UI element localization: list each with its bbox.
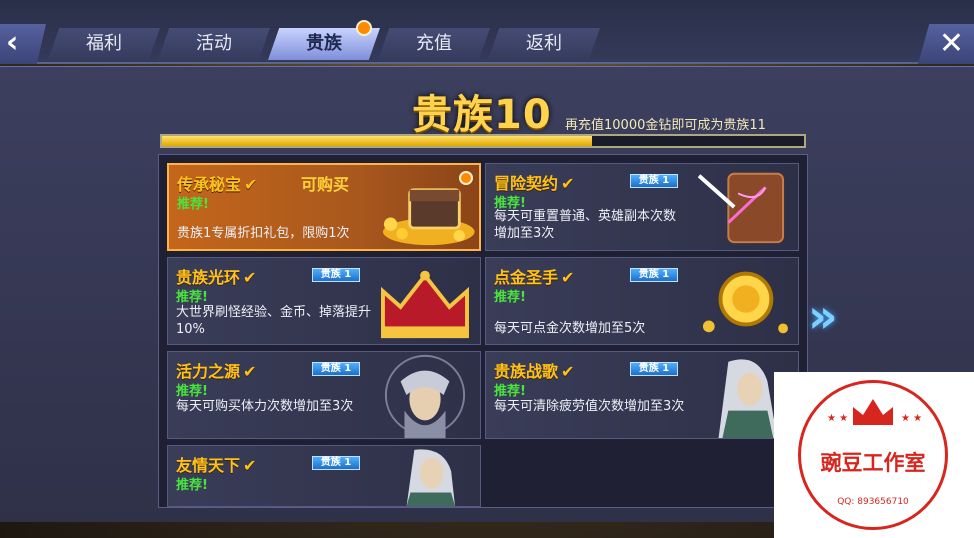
card-description: 每天可清除疲劳值次数增加至3次 — [494, 399, 685, 414]
progress-fill — [162, 136, 593, 146]
noble-level-badge: 贵族 1 — [312, 456, 360, 470]
close-button[interactable]: ✕ — [918, 24, 974, 64]
valkyrie-portrait-icon — [384, 354, 466, 438]
privilege-card-legacy-treasure[interactable]: 传承秘宝 ✔ 可购买 推荐! 贵族1专属折扣礼包，限购1次 — [167, 163, 481, 251]
notification-dot-icon — [459, 171, 473, 185]
watermark: ★ ★ ★ ★ 豌豆工作室 QQ: 893656710 — [774, 372, 974, 538]
card-title: 贵族战歌 ✔ — [494, 362, 575, 381]
double-chevron-right-icon: » — [808, 289, 838, 343]
studio-name: 豌豆工作室 — [820, 450, 926, 475]
tab-activity[interactable]: 活动 — [158, 28, 270, 60]
gold-coin-icon — [702, 271, 788, 334]
recommend-label: 推荐! — [494, 290, 526, 305]
elf-portrait-icon — [406, 449, 455, 506]
privilege-card-noble-aura[interactable]: 贵族光环 ✔ 贵族 1 推荐! 大世界刷怪经验、金币、掉落提升10% — [167, 257, 481, 345]
card-description: 贵族1专属折扣礼包，限购1次 — [177, 226, 350, 241]
recommend-label: 推荐! — [176, 290, 208, 305]
recommend-label: 推荐! — [494, 384, 526, 399]
privilege-card-noble-warsong[interactable]: 贵族战歌 ✔ 贵族 1 推荐! 每天可清除疲劳值次数增加至3次 — [485, 351, 799, 439]
privilege-card-friendship[interactable]: 友情天下 ✔ 贵族 1 推荐! — [167, 445, 481, 507]
checkmark-icon: ✔ — [243, 362, 257, 381]
noble-level-badge: 贵族 1 — [312, 362, 360, 376]
card-description: 每天可点金次数增加至5次 — [494, 321, 646, 336]
privilege-grid: 传承秘宝 ✔ 可购买 推荐! 贵族1专属折扣礼包，限购1次 冒险契约 ✔ 贵族 1 … — [158, 154, 808, 508]
svg-text:★ ★: ★ ★ — [901, 413, 922, 424]
tab-recharge[interactable]: 充值 — [378, 28, 490, 60]
recommend-label: 推荐! — [176, 384, 208, 399]
noble-level-badge: 贵族 1 — [312, 268, 360, 282]
watermark-stamp: ★ ★ ★ ★ 豌豆工作室 QQ: 893656710 — [798, 380, 948, 530]
checkmark-icon: ✔ — [244, 175, 258, 194]
noble-level-badge: 贵族 1 — [630, 268, 678, 282]
privilege-card-golden-touch[interactable]: 点金圣手 ✔ 贵族 1 推荐! 每天可点金次数增加至5次 — [485, 257, 799, 345]
noble-level-title: 贵族10 — [412, 92, 552, 138]
checkmark-icon: ✔ — [243, 456, 257, 475]
studio-qq: QQ: 893656710 — [837, 497, 909, 507]
privilege-card-vitality-source[interactable]: 活力之源 ✔ 贵族 1 推荐! 每天可购买体力次数增加至3次 — [167, 351, 481, 439]
tab-bar: 福利 活动 贵族 充值 返利 — [48, 28, 600, 64]
close-icon: ✕ — [938, 26, 964, 61]
recommend-label: 推荐! — [176, 478, 208, 493]
card-description: 每天可重置普通、英雄副本次数增加至3次 — [494, 209, 677, 241]
noble-level-badge: 贵族 1 — [630, 174, 678, 188]
checkmark-icon: ✔ — [561, 174, 575, 193]
tab-welfare[interactable]: 福利 — [48, 28, 160, 60]
privilege-card-adventure-contract[interactable]: 冒险契约 ✔ 贵族 1 推荐! 每天可重置普通、英雄副本次数增加至3次 — [485, 163, 799, 251]
checkmark-icon: ✔ — [561, 362, 575, 381]
card-title: 点金圣手 ✔ — [494, 268, 575, 287]
svg-text:★ ★: ★ ★ — [827, 413, 848, 424]
tab-rebate[interactable]: 返利 — [488, 28, 600, 60]
noble-progress-bar — [160, 134, 806, 148]
next-page-button[interactable]: » — [808, 293, 848, 340]
back-button[interactable]: ‹ — [0, 24, 46, 64]
purchasable-label: 可购买 — [301, 175, 350, 194]
card-title: 友情天下 ✔ — [176, 456, 257, 475]
card-title: 冒险契约 ✔ — [494, 174, 575, 193]
crown-icon — [381, 270, 469, 339]
scroll-quill-icon — [697, 172, 785, 244]
checkmark-icon: ✔ — [243, 268, 257, 287]
stamp-crown-icon: ★ ★ ★ ★ — [827, 399, 922, 425]
chevron-left-icon: ‹ — [6, 25, 19, 60]
card-description: 大世界刷怪经验、金币、掉落提升10% — [176, 305, 372, 337]
card-title: 活力之源 ✔ — [176, 362, 257, 381]
card-description: 每天可购买体力次数增加至3次 — [176, 399, 354, 414]
card-title: 传承秘宝 ✔ — [177, 175, 258, 194]
top-bar: ‹ 福利 活动 贵族 充值 返利 ✕ — [0, 0, 974, 64]
noble-level-badge: 贵族 1 — [630, 362, 678, 376]
card-title: 贵族光环 ✔ — [176, 268, 257, 287]
notification-dot-icon — [356, 20, 372, 36]
upgrade-hint: 再充值10000金钻即可成为贵族11 — [565, 118, 766, 133]
checkmark-icon: ✔ — [561, 268, 575, 287]
recommend-label: 推荐! — [177, 197, 209, 212]
